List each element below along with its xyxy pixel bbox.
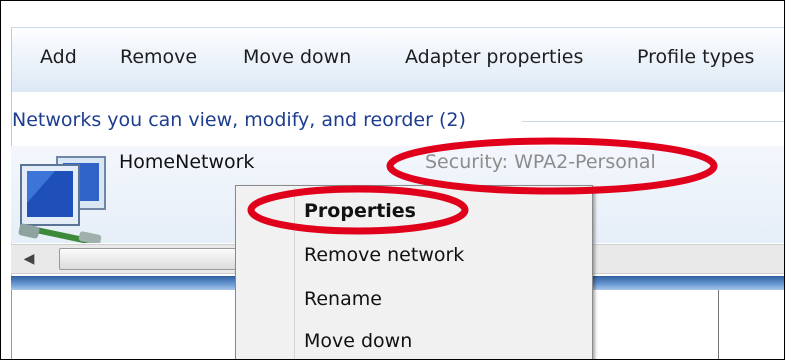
menu-item-rename[interactable]: Rename — [304, 288, 382, 310]
group-divider — [522, 121, 784, 122]
adapter-properties-button[interactable]: Adapter properties — [405, 46, 583, 68]
menu-gutter-line — [294, 188, 295, 359]
move-down-button[interactable]: Move down — [243, 46, 351, 68]
menu-item-remove-network[interactable]: Remove network — [304, 244, 464, 266]
network-computers-icon — [18, 156, 106, 243]
network-group-header: Networks you can view, modify, and reord… — [12, 109, 466, 131]
wireless-networks-window: Add Remove Move down Adapter properties … — [0, 0, 785, 360]
network-security: Security: WPA2-Personal — [425, 151, 656, 173]
add-button[interactable]: Add — [40, 46, 77, 68]
toolbar: Add Remove Move down Adapter properties … — [11, 27, 784, 93]
scroll-left-arrow-icon[interactable]: ◀ — [11, 245, 47, 273]
menu-item-move-down[interactable]: Move down — [304, 330, 412, 352]
profile-types-button[interactable]: Profile types — [637, 46, 754, 68]
remove-button[interactable]: Remove — [120, 46, 197, 68]
network-name: HomeNetwork — [119, 151, 255, 173]
menu-item-properties[interactable]: Properties — [304, 200, 416, 222]
context-menu: Properties Remove network Rename Move do… — [235, 185, 593, 359]
pane-divider — [718, 290, 719, 359]
